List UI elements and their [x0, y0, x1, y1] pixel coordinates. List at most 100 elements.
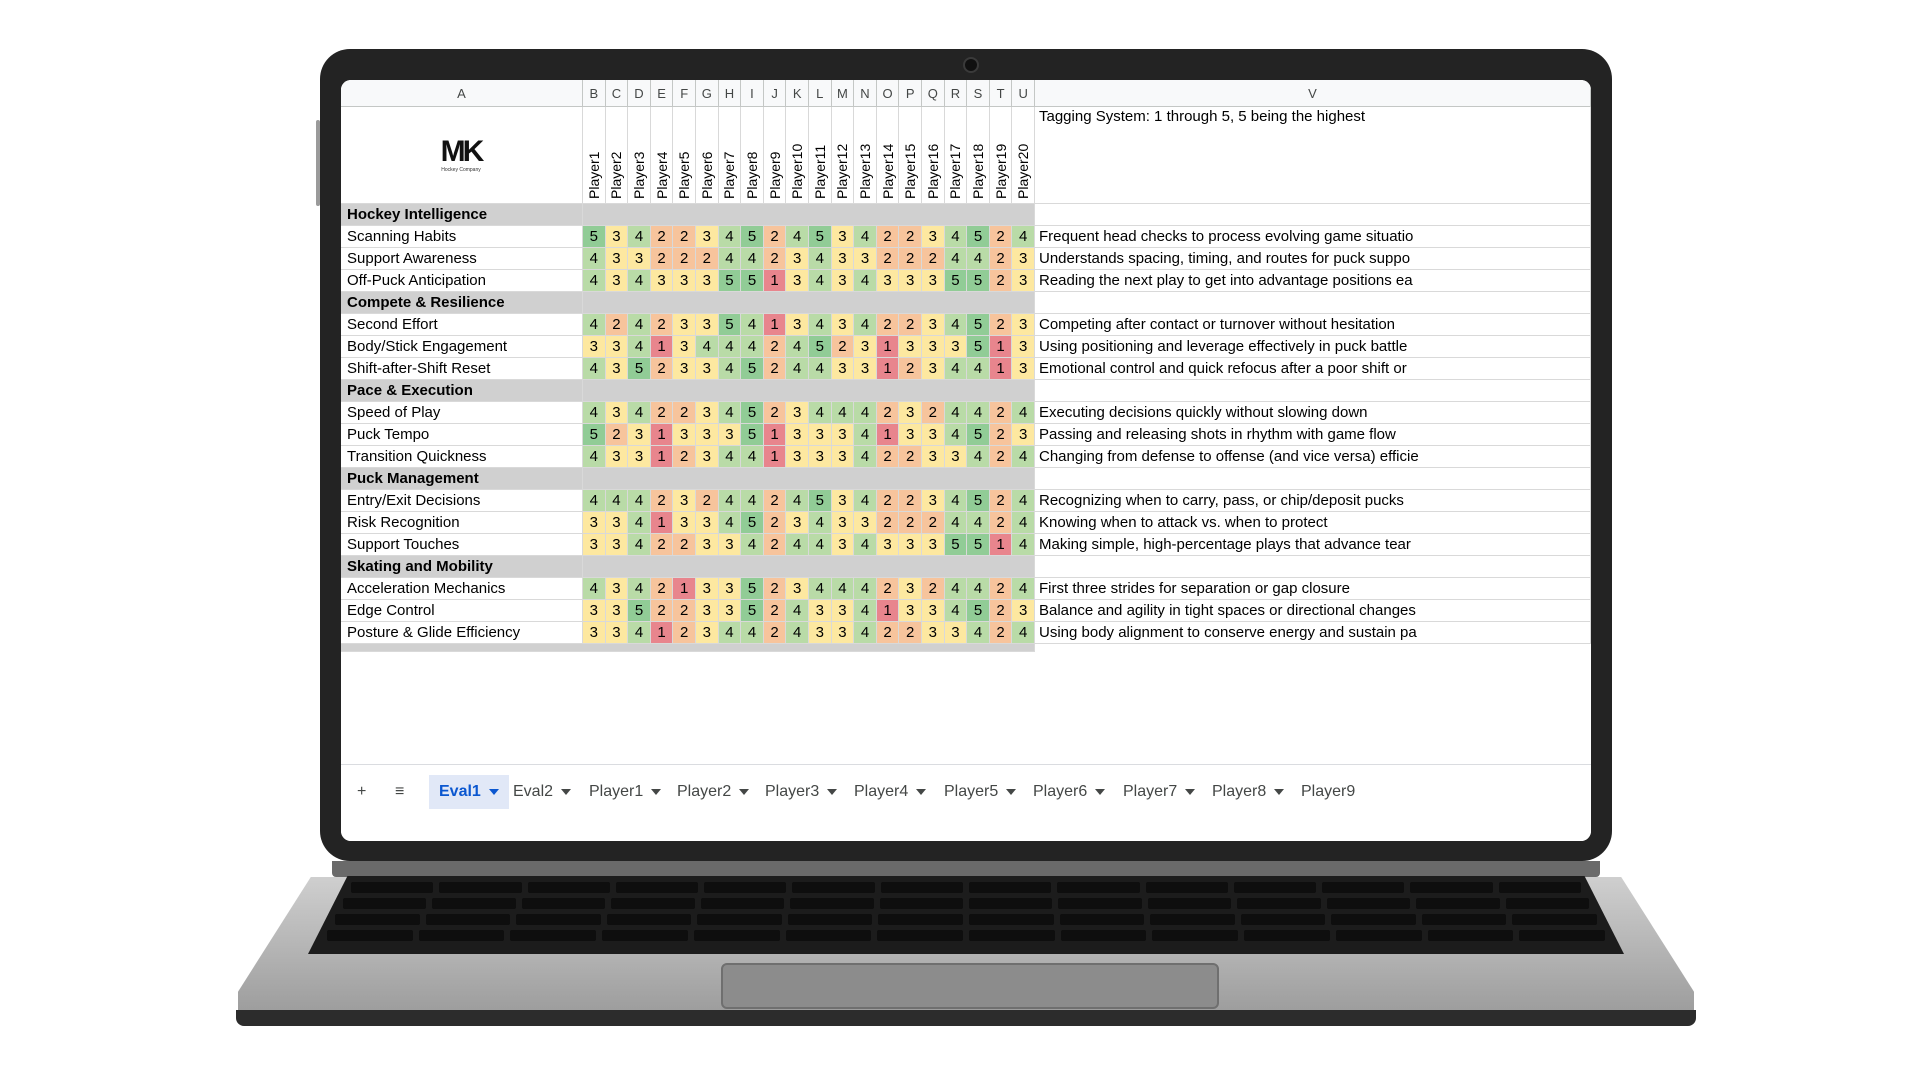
score-cell[interactable]: 4 — [854, 314, 877, 336]
score-cell[interactable]: 4 — [944, 600, 968, 622]
score-cell[interactable]: 3 — [583, 622, 606, 644]
skill-description[interactable]: Making simple, high-percentage plays tha… — [1035, 534, 1591, 556]
skill-description[interactable]: Executing decisions quickly without slow… — [1035, 402, 1591, 424]
score-cell[interactable]: 3 — [876, 270, 900, 292]
score-cell[interactable]: 4 — [944, 358, 968, 380]
score-cell[interactable]: 2 — [673, 622, 696, 644]
score-cell[interactable]: 5 — [583, 424, 606, 446]
score-cell[interactable]: 1 — [763, 446, 787, 468]
column-header-v[interactable]: V — [1035, 80, 1591, 107]
score-cell[interactable]: 2 — [989, 600, 1013, 622]
column-header-o[interactable]: O — [876, 80, 900, 107]
score-cell[interactable]: 1 — [763, 424, 787, 446]
caret-down-icon[interactable] — [651, 788, 662, 795]
player-header-cell[interactable]: Player1 — [583, 107, 606, 204]
score-cell[interactable]: 3 — [605, 358, 629, 380]
score-cell[interactable]: 3 — [786, 402, 809, 424]
skill-label[interactable]: Transition Quickness — [341, 446, 583, 468]
column-header-a[interactable]: A — [341, 80, 583, 107]
score-cell[interactable]: 5 — [967, 336, 990, 358]
score-cell[interactable]: 5 — [741, 424, 764, 446]
score-cell[interactable]: 5 — [741, 600, 764, 622]
score-cell[interactable]: 4 — [944, 512, 968, 534]
score-cell[interactable]: 4 — [944, 314, 968, 336]
category-row-desc-cell[interactable] — [1035, 204, 1591, 226]
score-cell[interactable]: 2 — [673, 534, 696, 556]
score-cell[interactable]: 2 — [989, 226, 1013, 248]
score-cell[interactable]: 3 — [831, 248, 855, 270]
score-cell[interactable]: 2 — [989, 578, 1013, 600]
score-cell[interactable]: 2 — [899, 622, 922, 644]
score-cell[interactable]: 3 — [673, 490, 696, 512]
score-cell[interactable]: 1 — [876, 358, 900, 380]
score-cell[interactable]: 4 — [786, 534, 809, 556]
score-cell[interactable]: 2 — [876, 314, 900, 336]
score-cell[interactable]: 2 — [763, 358, 787, 380]
score-cell[interactable]: 3 — [831, 270, 855, 292]
score-cell[interactable]: 4 — [583, 578, 606, 600]
score-cell[interactable]: 4 — [854, 424, 877, 446]
player-header-cell[interactable]: Player3 — [628, 107, 651, 204]
score-cell[interactable]: 2 — [989, 622, 1013, 644]
category-header[interactable]: Skating and Mobility — [341, 556, 583, 578]
skill-description[interactable]: First three strides for separation or ga… — [1035, 578, 1591, 600]
score-cell[interactable]: 4 — [809, 314, 832, 336]
score-cell[interactable]: 4 — [786, 600, 809, 622]
score-cell[interactable]: 5 — [967, 270, 990, 292]
player-header-cell[interactable]: Player10 — [786, 107, 809, 204]
score-cell[interactable]: 2 — [763, 600, 787, 622]
score-cell[interactable]: 3 — [899, 270, 922, 292]
score-cell[interactable]: 4 — [583, 402, 606, 424]
score-cell[interactable]: 4 — [967, 578, 990, 600]
score-cell[interactable]: 4 — [718, 402, 742, 424]
player-header-cell[interactable]: Player14 — [876, 107, 900, 204]
skill-description[interactable]: Competing after contact or turnover with… — [1035, 314, 1591, 336]
score-cell[interactable]: 3 — [696, 358, 719, 380]
score-cell[interactable]: 1 — [989, 358, 1013, 380]
score-cell[interactable]: 2 — [673, 402, 696, 424]
score-cell[interactable]: 4 — [944, 248, 968, 270]
score-cell[interactable]: 3 — [899, 578, 922, 600]
score-cell[interactable]: 3 — [673, 336, 696, 358]
score-cell[interactable]: 3 — [831, 226, 855, 248]
score-cell[interactable]: 4 — [944, 578, 968, 600]
score-cell[interactable]: 2 — [831, 336, 855, 358]
player-header-cell[interactable]: Player18 — [967, 107, 990, 204]
score-cell[interactable]: 3 — [922, 358, 945, 380]
score-cell[interactable]: 4 — [967, 248, 990, 270]
player-header-cell[interactable]: Player11 — [809, 107, 832, 204]
skill-description[interactable]: Recognizing when to carry, pass, or chip… — [1035, 490, 1591, 512]
score-cell[interactable]: 2 — [673, 226, 696, 248]
score-cell[interactable]: 3 — [696, 314, 719, 336]
score-cell[interactable]: 2 — [763, 534, 787, 556]
score-cell[interactable]: 3 — [922, 600, 945, 622]
score-cell[interactable]: 4 — [583, 358, 606, 380]
sheet-tab-player3[interactable]: Player3 — [755, 775, 847, 809]
skill-description[interactable]: Using positioning and leverage effective… — [1035, 336, 1591, 358]
skill-label[interactable]: Posture & Glide Efficiency — [341, 622, 583, 644]
score-cell[interactable]: 5 — [628, 600, 651, 622]
score-cell[interactable]: 4 — [628, 512, 651, 534]
score-cell[interactable]: 5 — [741, 402, 764, 424]
score-cell[interactable]: 2 — [899, 358, 922, 380]
score-cell[interactable]: 4 — [605, 490, 629, 512]
score-cell[interactable]: 4 — [741, 314, 764, 336]
score-cell[interactable]: 3 — [854, 248, 877, 270]
column-header-l[interactable]: L — [809, 80, 832, 107]
skill-description[interactable]: Balance and agility in tight spaces or d… — [1035, 600, 1591, 622]
player-header-cell[interactable]: Player17 — [944, 107, 968, 204]
legend-note[interactable]: Tagging System: 1 through 5, 5 being the… — [1035, 107, 1591, 204]
score-cell[interactable]: 2 — [899, 512, 922, 534]
column-header-r[interactable]: R — [944, 80, 968, 107]
skill-label[interactable]: Second Effort — [341, 314, 583, 336]
score-cell[interactable]: 4 — [628, 534, 651, 556]
score-cell[interactable]: 4 — [628, 270, 651, 292]
score-cell[interactable]: 4 — [741, 336, 764, 358]
score-cell[interactable]: 3 — [944, 336, 968, 358]
score-cell[interactable]: 3 — [831, 490, 855, 512]
score-cell[interactable]: 4 — [718, 446, 742, 468]
score-cell[interactable]: 2 — [876, 226, 900, 248]
score-cell[interactable]: 5 — [741, 226, 764, 248]
player-header-cell[interactable]: Player15 — [899, 107, 922, 204]
skill-label[interactable]: Edge Control — [341, 600, 583, 622]
